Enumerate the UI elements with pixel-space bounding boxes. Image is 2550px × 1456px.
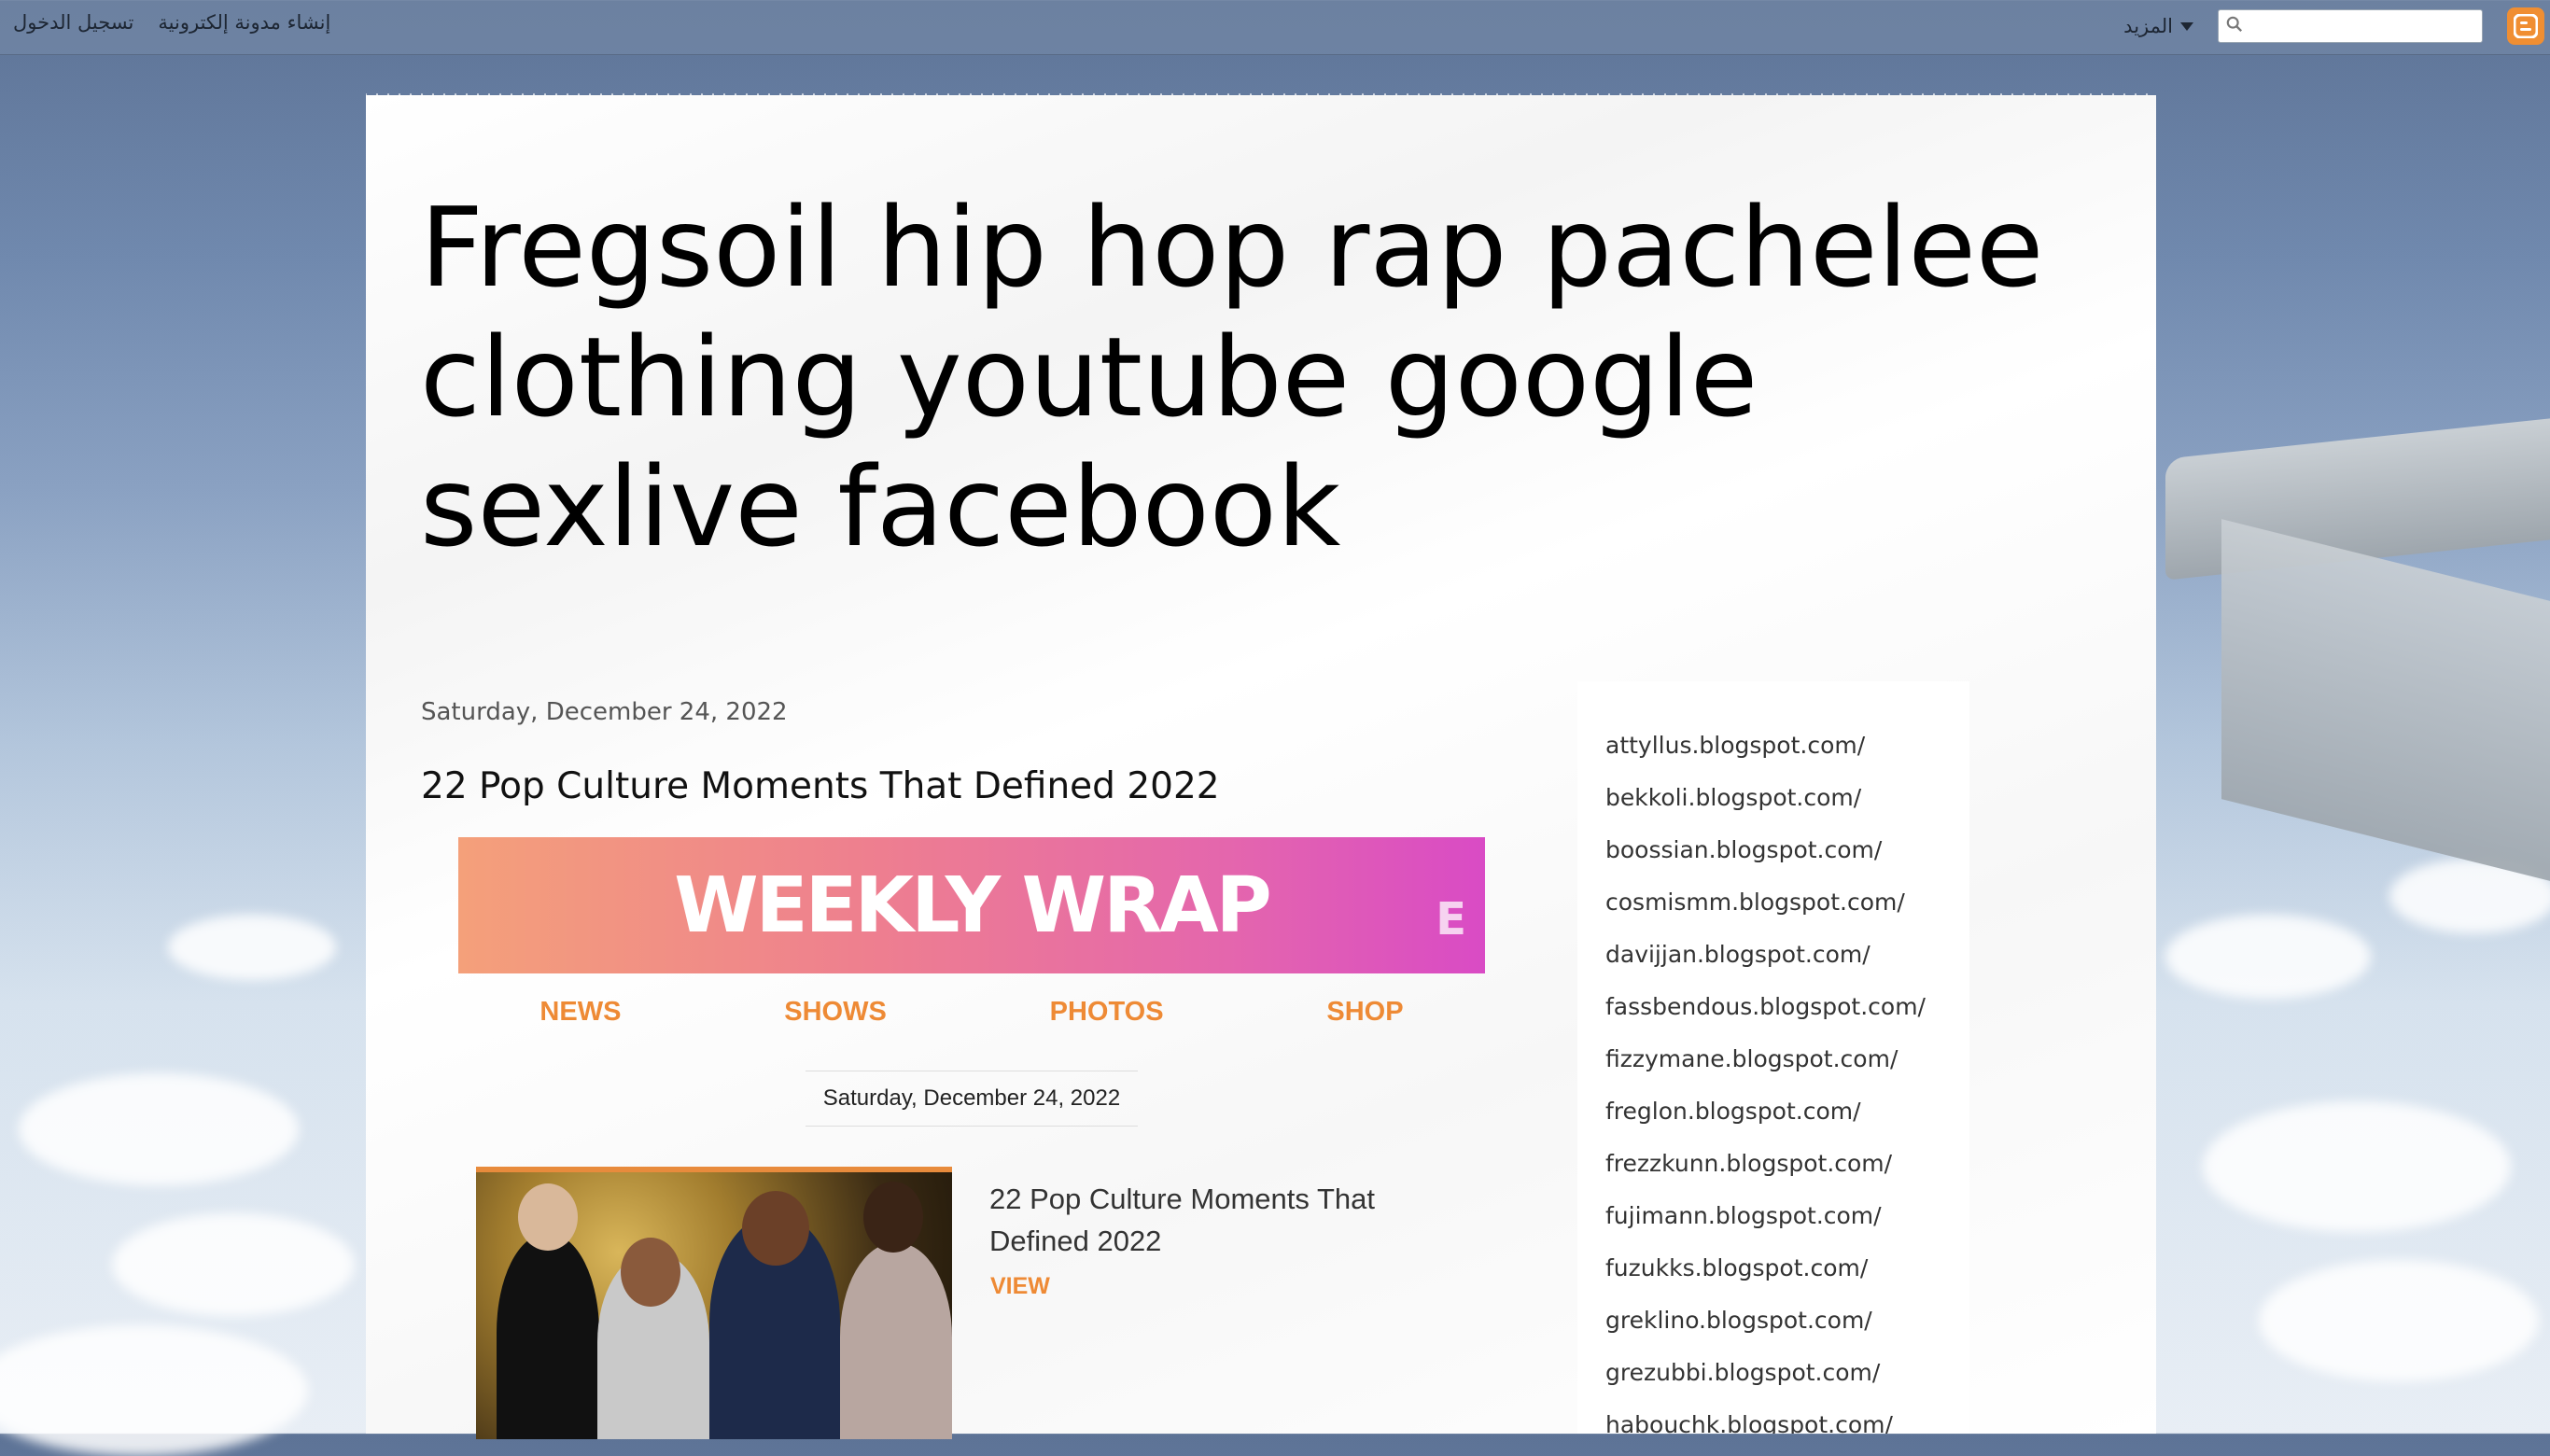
sidebar-link[interactable]: habouchk.blogspot.com/ <box>1605 1411 1893 1434</box>
sidebar-links: attyllus.blogspot.com/ bekkoli.blogspot.… <box>1577 681 1969 1434</box>
search-icon <box>2226 16 2243 33</box>
sidebar-link[interactable]: freglon.blogspot.com/ <box>1605 1098 1861 1125</box>
post-title[interactable]: 22 Pop Culture Moments That Defined 2022 <box>421 765 1220 807</box>
tab-photos[interactable]: PHOTOS <box>1050 997 1164 1028</box>
blogger-logo-button[interactable] <box>2507 7 2544 45</box>
sidebar-link[interactable]: bekkoli.blogspot.com/ <box>1605 784 1861 811</box>
blog-title[interactable]: Fregsoil hip hop rap pachelee clothing y… <box>420 183 2063 572</box>
sidebar-link[interactable]: grezubbi.blogspot.com/ <box>1605 1359 1880 1386</box>
sidebar-link[interactable]: boossian.blogspot.com/ <box>1605 836 1882 863</box>
navbar-tools: المزيد <box>2123 7 2544 45</box>
view-link[interactable]: VIEW <box>990 1273 1050 1300</box>
search-input[interactable] <box>2252 14 2478 38</box>
sidebar-link[interactable]: fuzukks.blogspot.com/ <box>1605 1254 1868 1281</box>
login-link[interactable]: تسجيل الدخول <box>13 11 133 34</box>
sidebar-link[interactable]: fujimann.blogspot.com/ <box>1605 1202 1882 1229</box>
tab-news[interactable]: NEWS <box>539 997 621 1028</box>
navbar-links: تسجيل الدخول إنشاء مدونة إلكترونية <box>13 11 330 34</box>
article-thumbnail[interactable] <box>476 1167 952 1439</box>
sidebar-link[interactable]: fizzymane.blogspot.com/ <box>1605 1045 1898 1072</box>
blogger-icon <box>2514 14 2538 38</box>
article-title[interactable]: 22 Pop Culture Moments That Defined 2022 <box>989 1178 1419 1262</box>
sidebar-link[interactable]: davijjan.blogspot.com/ <box>1605 941 1870 968</box>
sidebar-link[interactable]: fassbendous.blogspot.com/ <box>1605 993 1926 1020</box>
sidebar-link[interactable]: greklino.blogspot.com/ <box>1605 1307 1872 1334</box>
e-logo: E <box>1436 893 1466 945</box>
more-label: المزيد <box>2123 15 2173 37</box>
sidebar-link[interactable]: cosmismm.blogspot.com/ <box>1605 889 1905 916</box>
create-blog-link[interactable]: إنشاء مدونة إلكترونية <box>158 11 330 34</box>
chevron-down-icon <box>2180 21 2193 31</box>
sidebar-link[interactable]: attyllus.blogspot.com/ <box>1605 732 1865 759</box>
tab-shows[interactable]: SHOWS <box>784 997 887 1028</box>
tab-shop[interactable]: SHOP <box>1326 997 1403 1028</box>
banner-title: WEEKLY WRAP <box>674 861 1272 950</box>
newsletter-date: Saturday, December 24, 2022 <box>806 1071 1138 1127</box>
weekly-wrap-banner[interactable]: WEEKLY WRAP E <box>458 837 1485 973</box>
blogger-navbar: تسجيل الدخول إنشاء مدونة إلكترونية المزي… <box>0 0 2550 55</box>
newsletter-tabs: NEWS SHOWS PHOTOS SHOP <box>458 997 1485 1028</box>
post-date: Saturday, December 24, 2022 <box>421 698 788 726</box>
search-box[interactable] <box>2218 9 2483 43</box>
sidebar-link[interactable]: frezzkunn.blogspot.com/ <box>1605 1150 1892 1177</box>
more-menu[interactable]: المزيد <box>2123 15 2193 37</box>
